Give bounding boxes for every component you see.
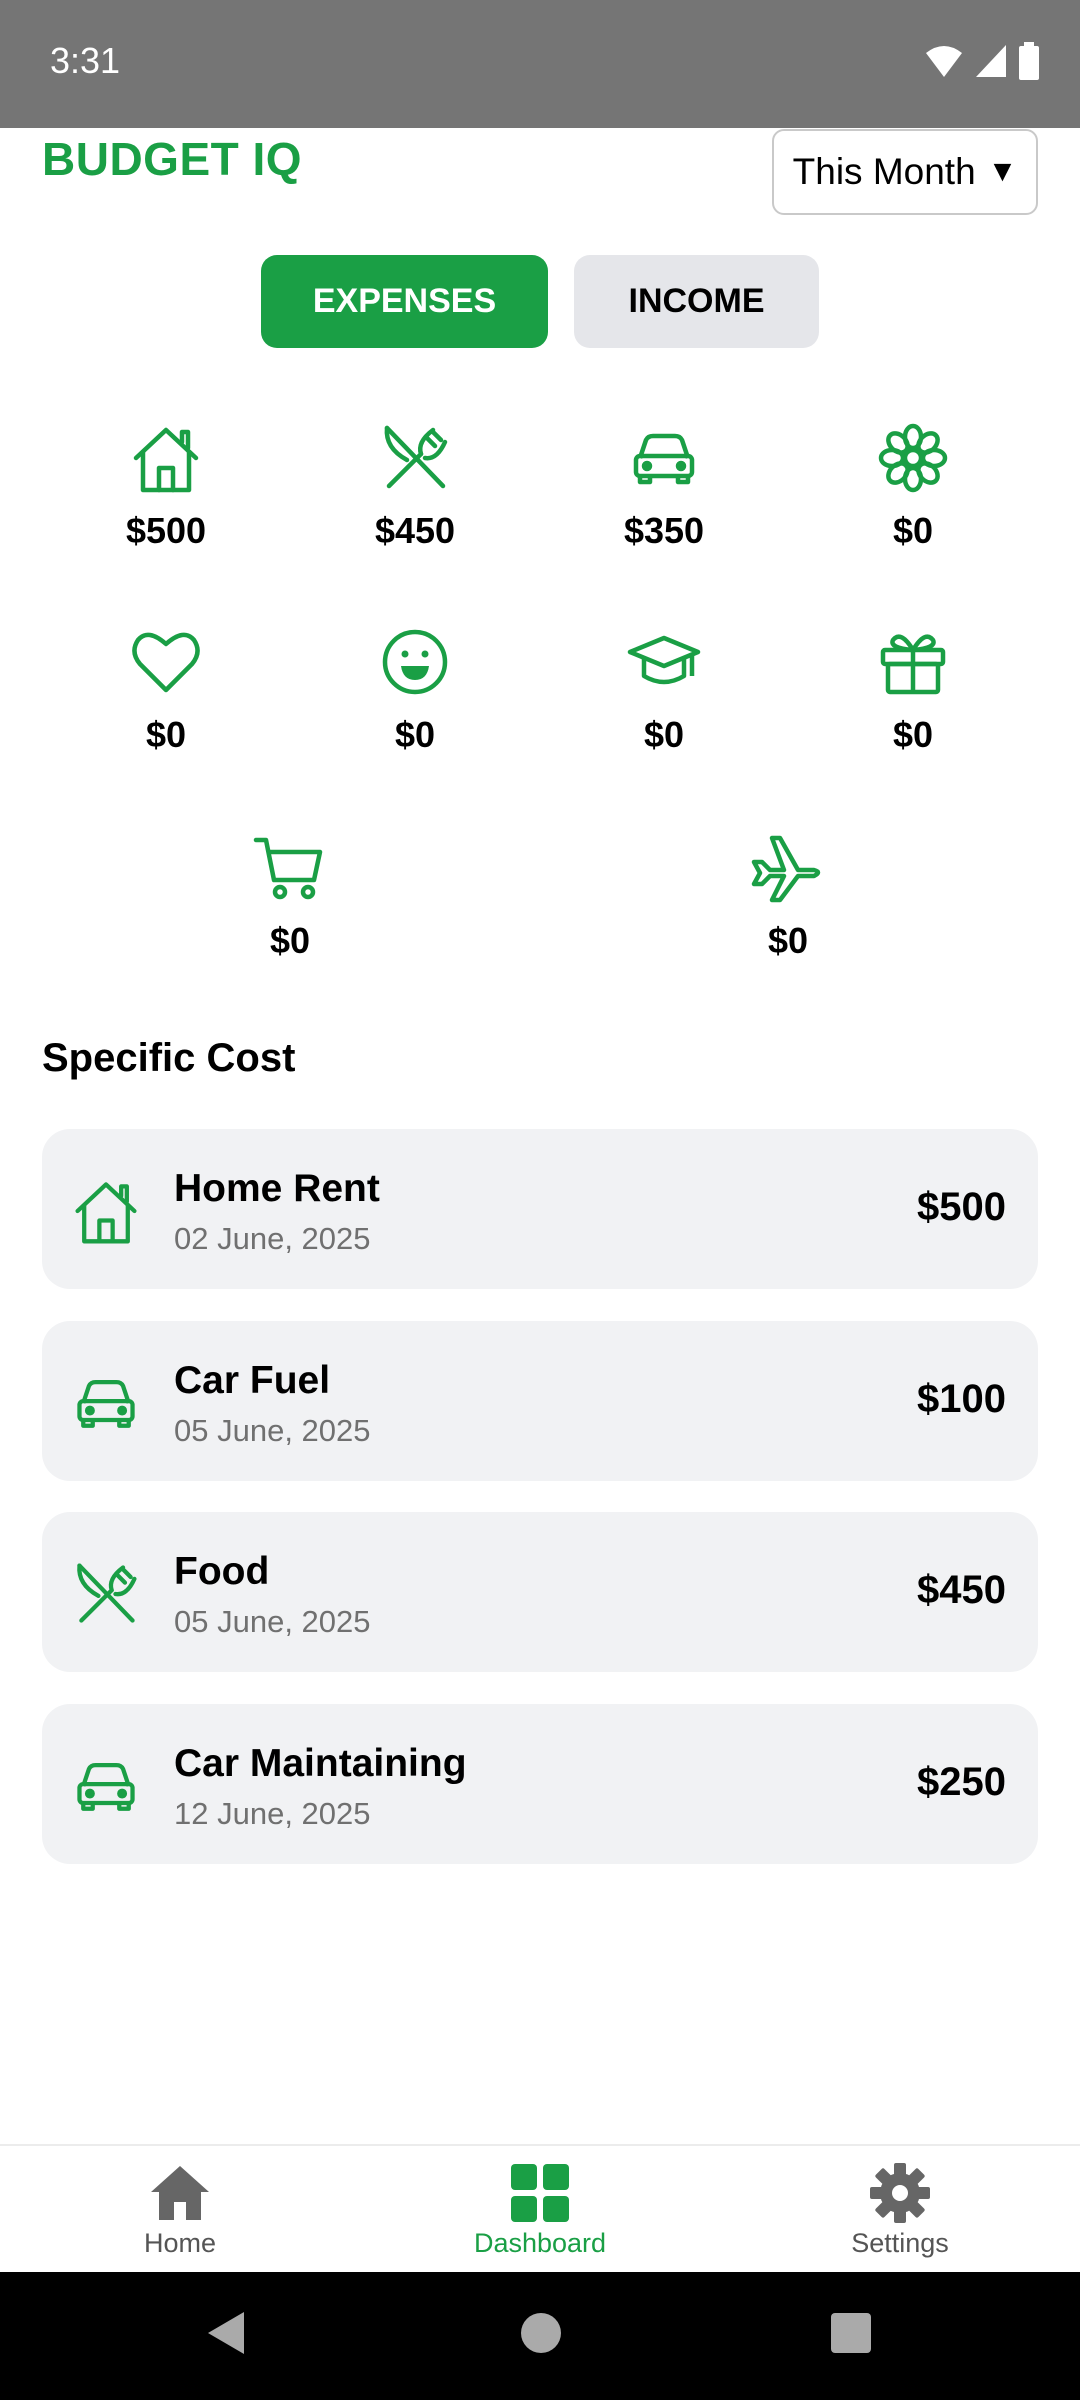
heart-icon (132, 632, 200, 693)
category-amount: $0 (892, 714, 934, 755)
car-icon (633, 433, 695, 485)
nav-home-label: Home (143, 2228, 217, 2258)
nav-dashboard-label: Dashboard (473, 2228, 607, 2258)
back-icon[interactable] (204, 2308, 248, 2358)
nav-settings[interactable]: Settings (780, 2160, 1020, 2259)
wifi-icon (926, 46, 962, 77)
category-home[interactable]: $500 (66, 420, 266, 552)
category-flower[interactable]: $0 (813, 420, 1013, 552)
home-icon (151, 2166, 209, 2220)
category-food[interactable]: $450 (315, 420, 515, 552)
category-amount: $0 (394, 714, 436, 755)
fork-knife-icon (77, 1563, 137, 1623)
battery-icon (1019, 42, 1039, 80)
home-circle-icon[interactable] (520, 2308, 562, 2358)
airplane-icon (751, 835, 821, 903)
section-title-specific-cost: Specific Cost (42, 1036, 296, 1080)
car-icon (77, 1380, 135, 1428)
nav-dashboard[interactable]: Dashboard (420, 2160, 660, 2259)
category-amount: $0 (145, 714, 187, 755)
category-amount: $0 (767, 920, 809, 961)
category-amount: $0 (892, 510, 934, 551)
category-amount: $0 (643, 714, 685, 755)
dashboard-icon (511, 2164, 569, 2222)
tab-income[interactable]: INCOME (574, 255, 819, 348)
nav-settings-label: Settings (851, 2228, 949, 2258)
cost-item-amount: $100 (917, 1377, 1006, 1421)
category-amount: $500 (125, 510, 207, 551)
recents-icon[interactable] (830, 2308, 872, 2358)
cost-item-amount: $500 (917, 1185, 1006, 1229)
gear-icon (870, 2163, 930, 2223)
status-time: 3:31 (50, 40, 121, 81)
tab-expenses[interactable]: EXPENSES (261, 255, 548, 348)
car-icon (77, 1763, 135, 1811)
category-gifts[interactable]: $0 (813, 624, 1013, 756)
category-shopping[interactable]: $0 (190, 830, 390, 962)
home-icon (133, 427, 199, 493)
bottom-nav: Home Dashboard Settings (0, 2144, 1080, 2272)
cost-item-amount: $250 (917, 1760, 1006, 1804)
cost-item-name: Food (174, 1550, 270, 1593)
category-amount: $450 (374, 510, 456, 551)
cost-item-name: Car Fuel (174, 1359, 331, 1402)
status-icons (924, 42, 1040, 80)
cost-item[interactable]: Food 05 June, 2025 $450 (42, 1512, 1038, 1672)
home-icon (75, 1182, 137, 1244)
period-value: This Month (792, 151, 976, 192)
smile-icon (382, 629, 448, 695)
cost-item-date: 02 June, 2025 (174, 1221, 371, 1256)
app-title: BUDGET IQ (42, 133, 303, 185)
signal-icon (976, 45, 1006, 77)
cost-item-amount: $450 (917, 1568, 1006, 1612)
cost-item[interactable]: Car Fuel 05 June, 2025 $100 (42, 1321, 1038, 1481)
cost-item-date: 05 June, 2025 (174, 1413, 371, 1448)
system-nav-bar (0, 2272, 1080, 2400)
status-bar: 3:31 (0, 0, 1080, 128)
category-car[interactable]: $350 (564, 420, 764, 552)
cart-icon (253, 837, 323, 900)
cost-item-name: Home Rent (174, 1167, 380, 1210)
cost-item[interactable]: Home Rent 02 June, 2025 $500 (42, 1129, 1038, 1289)
period-dropdown[interactable]: This Month ▼ (772, 129, 1038, 215)
flower-icon (878, 423, 948, 493)
category-education[interactable]: $0 (564, 624, 764, 756)
fork-knife-icon (384, 425, 448, 489)
category-amount: $0 (269, 920, 311, 961)
cost-item[interactable]: Car Maintaining 12 June, 2025 $250 (42, 1704, 1038, 1864)
category-entertainment[interactable]: $0 (315, 624, 515, 756)
category-amount: $350 (623, 510, 705, 551)
cost-item-name: Car Maintaining (174, 1742, 467, 1785)
category-health[interactable]: $0 (66, 624, 266, 756)
chevron-down-icon: ▼ (987, 155, 1018, 188)
category-travel[interactable]: $0 (688, 830, 888, 962)
nav-home[interactable]: Home (60, 2160, 300, 2259)
cost-item-date: 12 June, 2025 (174, 1796, 371, 1831)
gift-icon (880, 634, 946, 695)
cost-item-date: 05 June, 2025 (174, 1604, 371, 1639)
graduation-cap-icon (627, 635, 701, 685)
